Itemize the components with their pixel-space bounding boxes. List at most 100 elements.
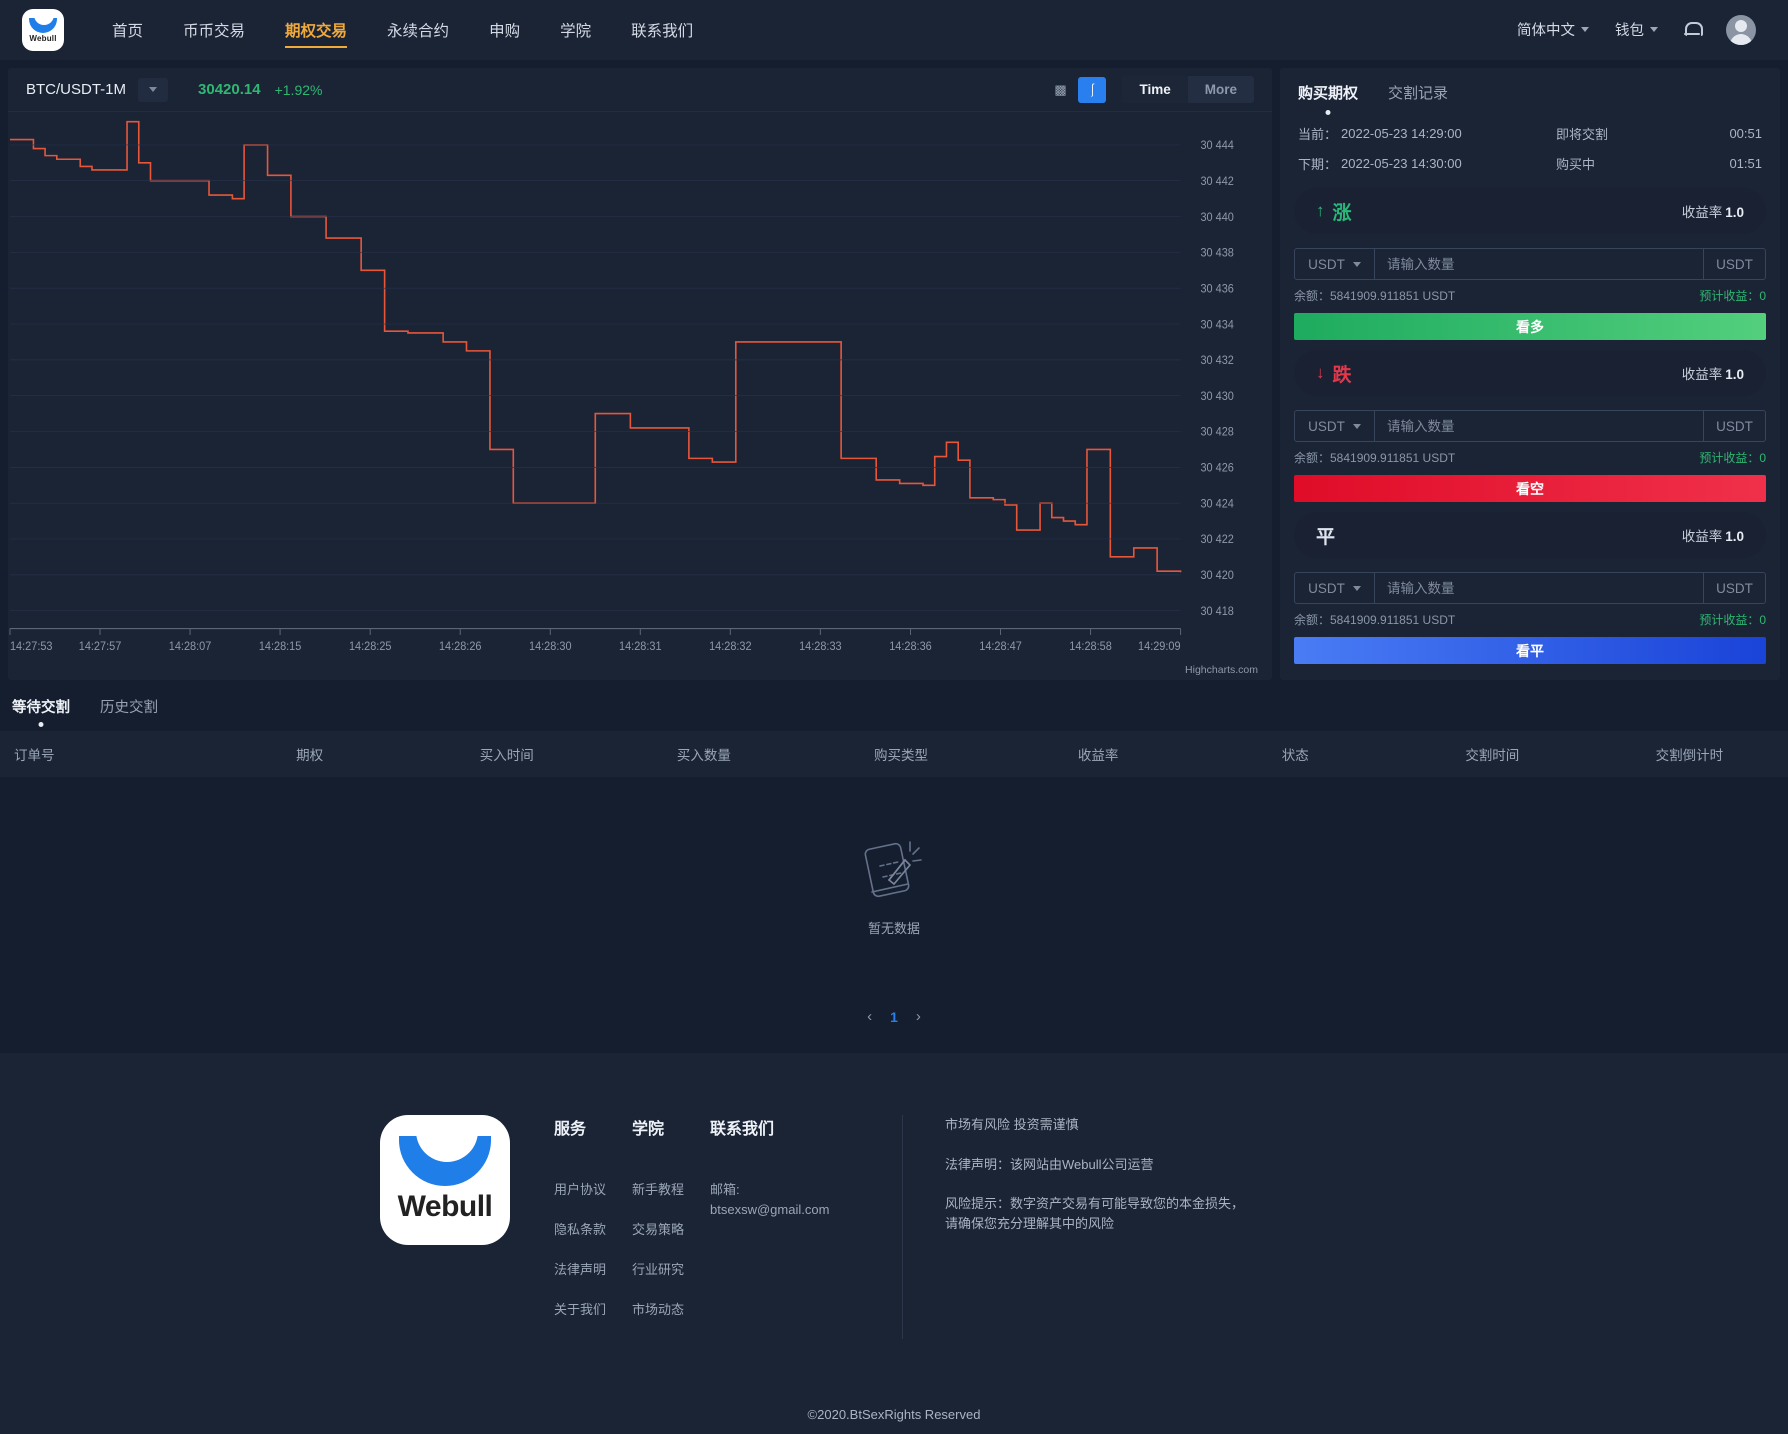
rate-label-down: 收益率 <box>1681 367 1723 382</box>
rate-value-flat: 1.0 <box>1725 529 1744 544</box>
nav-link-contact-us[interactable]: 联系我们 <box>611 0 713 60</box>
footer-logo-text: Webull <box>397 1190 493 1223</box>
disclaimer-risk-warning: 风险提示：数字资产交易有可能导致您的本金损失，请确保您充分理解其中的风险 <box>945 1196 1245 1231</box>
amount-input-row-down: USDT USDT <box>1294 410 1766 442</box>
balance-row-down: 余额：5841909.911851 USDT 预计收益：0 <box>1294 449 1766 466</box>
currency-label-up: USDT <box>1308 256 1345 272</box>
option-card-down: ↓ 跌 收益率1.0 USDT USDT 余额：5841909.911851 U… <box>1294 350 1766 502</box>
no-data-icon <box>864 841 922 898</box>
current-round-status: 即将交割 <box>1556 126 1609 142</box>
chevron-down-icon <box>1352 585 1361 591</box>
arrow-up-icon: ↑ <box>1316 201 1325 220</box>
currency-label-flat: USDT <box>1308 580 1345 596</box>
buy-short-button[interactable]: 看空 <box>1294 475 1766 502</box>
depth-icon[interactable]: ⎰ <box>1078 76 1107 103</box>
rate-value-up: 1.0 <box>1725 205 1744 220</box>
amount-input-up[interactable] <box>1375 249 1703 279</box>
footer-link-user-agreement[interactable]: 用户协议 <box>554 1179 632 1198</box>
notification-bell-icon[interactable] <box>1684 21 1703 39</box>
orders-section: 等待交割 历史交割 订单号 期权 买入时间 买入数量 购买类型 收益率 状态 交… <box>0 680 1788 1053</box>
option-rate-up: 收益率 1.0 <box>1682 201 1744 221</box>
pagination-page-1[interactable]: 1 <box>890 1009 898 1025</box>
bull-icon <box>29 13 57 33</box>
option-card-flat: 平 收益率1.0 USDT USDT 余额：5841909.911851 USD… <box>1294 512 1766 664</box>
main-area: BTC/USDT-1M 30420.14 +1.92% ▩ ⎰ Time Mor… <box>0 60 1788 680</box>
column-status: 状态 <box>1281 748 1309 763</box>
nav-link-subscription[interactable]: 申购 <box>469 0 540 60</box>
wallet-menu[interactable]: 钱包 <box>1615 19 1658 40</box>
unit-label-up: USDT <box>1703 249 1765 279</box>
amount-input-row-flat: USDT USDT <box>1294 572 1766 604</box>
pagination-next-button[interactable]: › <box>916 1008 921 1025</box>
buy-long-button[interactable]: 看多 <box>1294 313 1766 340</box>
tab-buy-options[interactable]: 购买期权 <box>1298 82 1358 112</box>
chevron-down-icon <box>1581 27 1589 32</box>
amount-input-flat[interactable] <box>1375 573 1703 603</box>
next-round-label: 下期： <box>1298 156 1338 172</box>
footer-link-beginner-tutorial[interactable]: 新手教程 <box>632 1179 710 1198</box>
disclaimer-market-risk: 市场有风险 投资需谨慎 <box>945 1117 1079 1132</box>
balance-row-up: 余额：5841909.911851 USDT 预计收益：0 <box>1294 287 1766 304</box>
tab-pending-settlement[interactable]: 等待交割 <box>12 696 70 726</box>
nav-link-home[interactable]: 首页 <box>92 0 163 60</box>
tab-settlement-records[interactable]: 交割记录 <box>1388 82 1448 112</box>
top-navigation-bar: Webull 首页 币币交易 期权交易 永续合约 申购 学院 联系我们 简体中文… <box>0 0 1788 60</box>
unit-label-down: USDT <box>1703 411 1765 441</box>
empty-state: 暂无数据 <box>0 777 1788 992</box>
option-rate-flat: 收益率 1.0 <box>1682 525 1744 545</box>
nav-link-options-trading[interactable]: 期权交易 <box>265 0 367 60</box>
buy-flat-button[interactable]: 看平 <box>1294 637 1766 664</box>
footer-title-academy: 学院 <box>632 1121 665 1138</box>
nav-link-academy[interactable]: 学院 <box>540 0 611 60</box>
footer-link-about-us[interactable]: 关于我们 <box>554 1299 632 1318</box>
option-label-up: 涨 <box>1332 202 1352 224</box>
wallet-label: 钱包 <box>1615 23 1644 39</box>
footer-email-label: 邮箱: <box>710 1182 740 1197</box>
option-name-down: ↓ 跌 <box>1316 360 1352 387</box>
currency-selector-flat[interactable]: USDT <box>1295 573 1375 603</box>
price-chart[interactable]: 30 444 30 442 30 440 30 438 30 436 30 434 30 4… <box>8 112 1272 680</box>
balance-text-up: 余额：5841909.911851 USDT <box>1294 289 1456 303</box>
footer-disclaimers: 市场有风险 投资需谨慎 法律声明：该网站由Webull公司运营 风险提示：数字资… <box>945 1115 1255 1339</box>
highcharts-credit: Highcharts.com <box>1185 664 1258 676</box>
language-selector[interactable]: 简体中文 <box>1517 19 1589 40</box>
trade-panel: 购买期权 交割记录 当前： 2022-05-23 14:29:00 即将交割 0… <box>1280 68 1780 680</box>
footer-link-trading-strategy[interactable]: 交易策略 <box>632 1219 710 1238</box>
estimate-text-down: 预计收益：0 <box>1699 451 1766 465</box>
footer-column-academy: 学院 新手教程 交易策略 行业研究 市场动态 <box>632 1115 710 1339</box>
copyright-text: ©2020.BtSexRights Reserved <box>0 1379 1788 1434</box>
round-info: 当前： 2022-05-23 14:29:00 即将交割 00:51 下期： 2… <box>1294 112 1766 178</box>
option-card-up: ↑ 涨 收益率1.0 USDT USDT 余额：5841909.911851 U… <box>1294 188 1766 340</box>
candlestick-icon[interactable]: ▩ <box>1046 77 1074 103</box>
user-avatar[interactable] <box>1726 14 1756 45</box>
more-mode-button[interactable]: More <box>1187 76 1254 103</box>
next-round-datetime: 2022-05-23 14:30:00 <box>1341 155 1462 171</box>
option-name-up: ↑ 涨 <box>1316 198 1352 225</box>
footer-logo: Webull <box>380 1115 510 1245</box>
nav-links: 首页 币币交易 期权交易 永续合约 申购 学院 联系我们 <box>92 0 713 60</box>
footer-email-address[interactable]: btsexsw@gmail.com <box>710 1202 880 1217</box>
column-rate: 收益率 <box>1077 748 1119 763</box>
option-label-flat: 平 <box>1316 526 1336 548</box>
pair-dropdown-button[interactable] <box>138 77 169 102</box>
time-mode-button[interactable]: Time <box>1122 76 1188 103</box>
tab-settlement-history[interactable]: 历史交割 <box>100 696 158 726</box>
currency-selector-up[interactable]: USDT <box>1295 249 1375 279</box>
pagination-prev-button[interactable]: ‹ <box>867 1008 872 1025</box>
chart-toolbar: BTC/USDT-1M 30420.14 +1.92% ▩ ⎰ Time Mor… <box>8 68 1272 112</box>
footer: Webull 服务 用户协议 隐私条款 法律声明 关于我们 学院 新手教程 交易… <box>0 1053 1788 1434</box>
footer-link-legal[interactable]: 法律声明 <box>554 1259 632 1278</box>
footer-link-industry-research[interactable]: 行业研究 <box>632 1259 710 1278</box>
footer-column-contact: 联系我们 邮箱: btsexsw@gmail.com <box>710 1115 880 1339</box>
chevron-down-icon <box>1650 27 1658 32</box>
pagination: ‹ 1 › <box>0 992 1788 1053</box>
nav-link-spot-trading[interactable]: 币币交易 <box>163 0 265 60</box>
nav-link-perpetual-contract[interactable]: 永续合约 <box>367 0 469 60</box>
amount-input-down[interactable] <box>1375 411 1703 441</box>
footer-link-market-news[interactable]: 市场动态 <box>632 1299 710 1318</box>
column-buy-type: 购买类型 <box>873 748 928 763</box>
estimate-text-flat: 预计收益：0 <box>1699 613 1766 627</box>
footer-link-privacy[interactable]: 隐私条款 <box>554 1219 632 1238</box>
webull-logo[interactable]: Webull <box>22 8 64 51</box>
currency-selector-down[interactable]: USDT <box>1295 411 1375 441</box>
